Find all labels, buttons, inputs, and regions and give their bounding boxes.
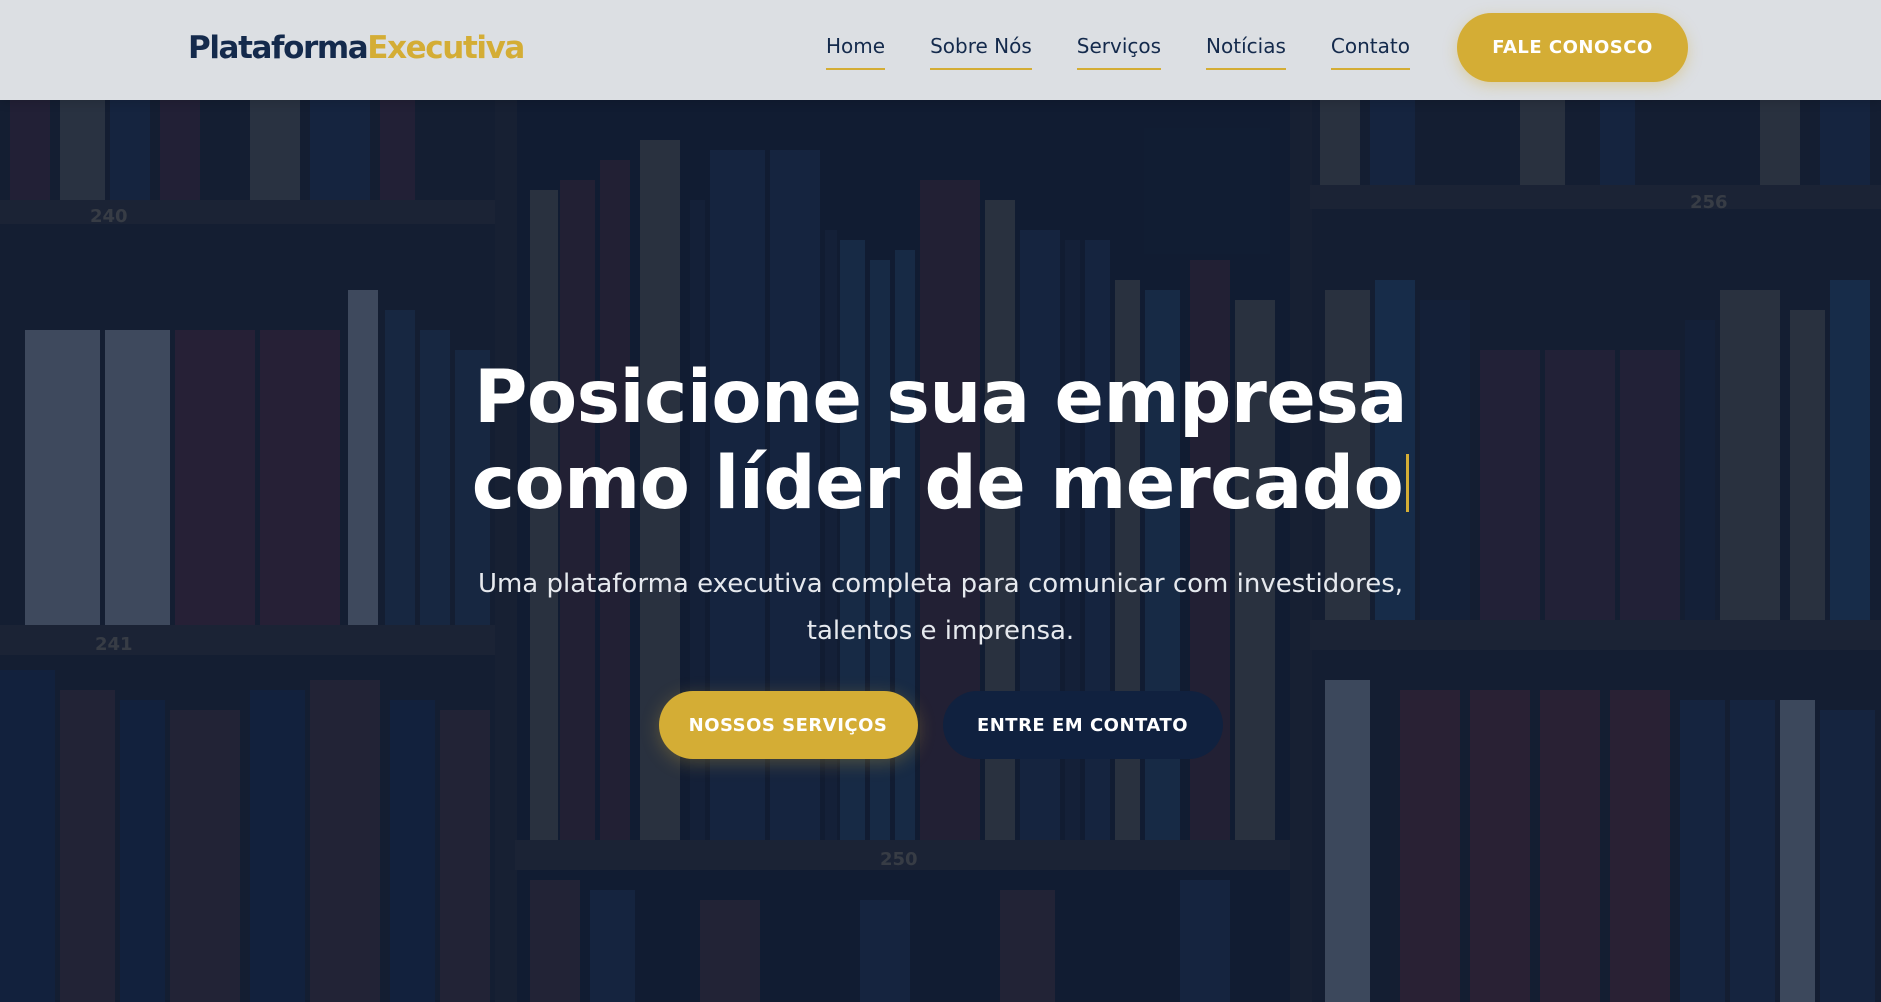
brand-logo[interactable]: PlataformaExecutiva	[188, 28, 525, 68]
hero-button-group: NOSSOS SERVIÇOS ENTRE EM CONTATO	[0, 691, 1881, 759]
site-header: PlataformaExecutiva Home Sobre Nós Servi…	[0, 0, 1881, 100]
typing-caret	[1406, 454, 1410, 512]
nav-link-sobre-nos[interactable]: Sobre Nós	[930, 30, 1032, 70]
hero-subtitle: Uma plataforma executiva completa para c…	[477, 569, 1404, 646]
hero-content: Posicione sua empresa como líder de merc…	[0, 355, 1881, 759]
nav-link-home[interactable]: Home	[826, 30, 886, 70]
hero-headline-line-2: como líder de mercado	[471, 441, 1404, 526]
main-navigation: Home Sobre Nós Serviços Notícias Contato	[826, 30, 1410, 70]
fale-conosco-button[interactable]: FALE CONOSCO	[1457, 13, 1688, 82]
hero-headline-line-1: Posicione sua empresa	[473, 355, 1408, 440]
nossos-servicos-button[interactable]: NOSSOS SERVIÇOS	[658, 691, 918, 759]
entre-em-contato-button[interactable]: ENTRE EM CONTATO	[942, 691, 1223, 759]
nav-link-servicos[interactable]: Serviços	[1076, 30, 1162, 70]
nav-link-contato[interactable]: Contato	[1330, 30, 1410, 70]
logo-text-executiva: Executiva	[367, 30, 525, 66]
nav-link-noticias[interactable]: Notícias	[1206, 30, 1286, 70]
logo-text-plataforma: Plataforma	[188, 30, 369, 66]
hero-headline: Posicione sua empresa como líder de merc…	[0, 355, 1881, 527]
